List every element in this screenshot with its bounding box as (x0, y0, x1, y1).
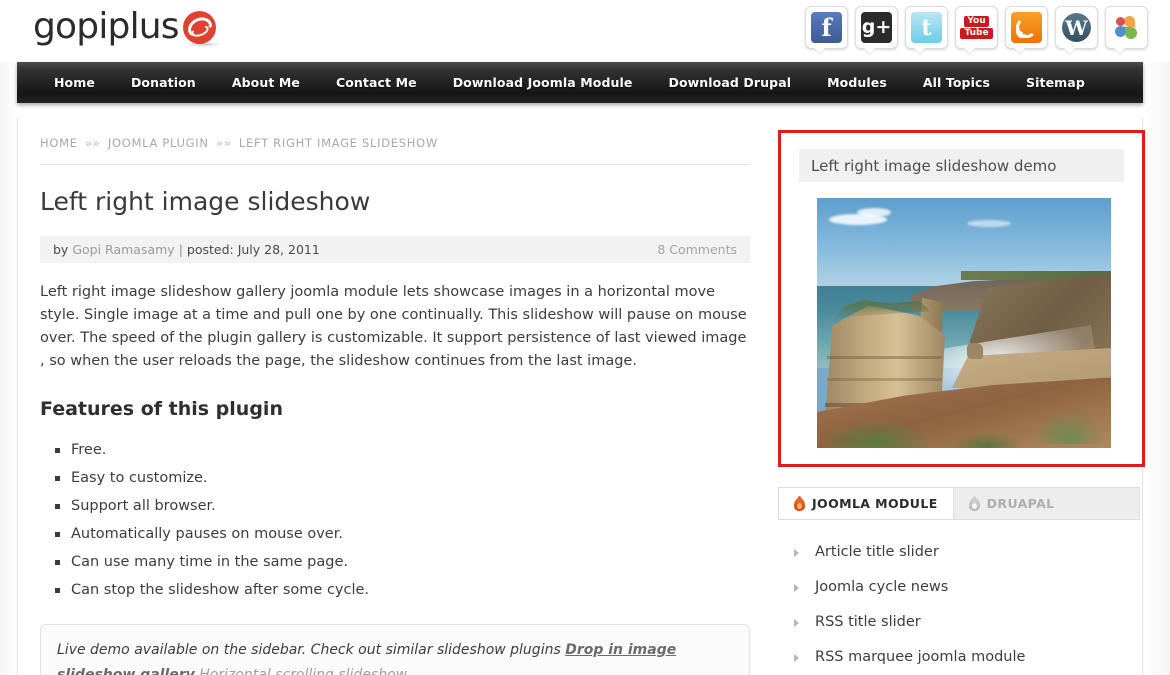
wordpress-icon-letter: W (1062, 13, 1091, 42)
article-posted-date: posted: July 28, 2011 (186, 242, 320, 257)
page-edge-right (1144, 0, 1170, 675)
social-google-plus-button[interactable]: g+ (855, 6, 898, 49)
nav-item-donation[interactable]: Donation (113, 75, 214, 90)
list-item: Easy to customize. (55, 464, 750, 492)
article-comment-count[interactable]: 8 Comments (657, 242, 737, 257)
swirl-icon (181, 10, 221, 47)
twitter-icon: t (911, 12, 942, 43)
byline-divider: | (178, 242, 183, 257)
list-item[interactable]: Joomla cycle news (792, 570, 1142, 605)
sidebar: Left right image slideshow demo (778, 130, 1145, 467)
site-logo-text: gopiplus (33, 6, 180, 47)
flame-icon (968, 496, 980, 511)
social-joomla-button[interactable] (1105, 6, 1148, 49)
list-item[interactable]: RSS title slider (792, 605, 1142, 640)
sidebar-module-list: Article title slider Joomla cycle news R… (792, 535, 1142, 675)
nav-item-download-joomla-module[interactable]: Download Joomla Module (435, 75, 651, 90)
social-youtube-button[interactable]: You Tube (955, 6, 998, 49)
breadcrumb-item-home[interactable]: HOME (40, 136, 78, 150)
note-text: Live demo available on the sidebar. Chec… (57, 641, 566, 658)
link-horizontal-scrolling-slideshow[interactable]: Horizontal scrolling slideshow (199, 667, 407, 675)
demo-note-box: Live demo available on the sidebar. Chec… (40, 623, 750, 675)
sidebar-link-article-title-slider[interactable]: Article title slider (815, 544, 939, 560)
list-item: Support all browser. (55, 492, 750, 520)
tab-joomla-module-label: JOOMLA MODULE (812, 496, 938, 511)
list-item: Free. (55, 436, 750, 464)
tab-joomla-module[interactable]: JOOMLA MODULE (779, 488, 954, 519)
nav-item-sitemap[interactable]: Sitemap (1008, 75, 1103, 90)
main-navigation: Home Donation About Me Contact Me Downlo… (17, 62, 1143, 103)
list-item[interactable]: RSS marquee joomla module (792, 640, 1142, 675)
page-root: gopiplus f g+ t You Tube W Home Donation… (0, 0, 1170, 675)
wordpress-icon: W (1061, 12, 1092, 43)
site-header: gopiplus f g+ t You Tube W (0, 0, 1170, 62)
breadcrumb-separator-icon: »» (85, 136, 101, 150)
article-meta-bar: by Gopi Ramasamy | posted: July 28, 2011… (40, 236, 750, 263)
tab-druapal[interactable]: DRUAPAL (954, 488, 1070, 519)
sidebar-link-rss-marquee-joomla-module[interactable]: RSS marquee joomla module (815, 649, 1025, 665)
social-twitter-button[interactable]: t (905, 6, 948, 49)
byline-prefix: by (53, 242, 69, 257)
youtube-icon: You Tube (960, 12, 993, 43)
nav-item-modules[interactable]: Modules (809, 75, 905, 90)
module-tabs: JOOMLA MODULE DRUAPAL (778, 487, 1140, 520)
sidebar-link-rss-title-slider[interactable]: RSS title slider (815, 614, 921, 630)
social-wordpress-button[interactable]: W (1055, 6, 1098, 49)
breadcrumb: HOME »» JOOMLA PLUGIN »» LEFT RIGHT IMAG… (40, 136, 750, 165)
breadcrumb-separator-icon: »» (216, 136, 232, 150)
slideshow-image[interactable] (817, 198, 1111, 448)
nav-item-about-me[interactable]: About Me (214, 75, 318, 90)
article-byline: by Gopi Ramasamy | posted: July 28, 2011 (53, 242, 320, 257)
flame-icon (794, 496, 805, 511)
demo-heading: Left right image slideshow demo (799, 149, 1124, 182)
list-item: Automatically pauses on mouse over. (55, 520, 750, 548)
youtube-icon-bottom: Tube (960, 28, 993, 39)
main-column: HOME »» JOOMLA PLUGIN »» LEFT RIGHT IMAG… (40, 136, 750, 675)
list-item: Can use many time in the same page. (55, 548, 750, 576)
tab-druapal-label: DRUAPAL (986, 496, 1055, 511)
page-edge-left (0, 0, 17, 675)
social-links: f g+ t You Tube W (805, 6, 1148, 49)
sidebar-link-joomla-cycle-news[interactable]: Joomla cycle news (815, 579, 948, 595)
demo-highlight-box: Left right image slideshow demo (778, 130, 1145, 467)
breadcrumb-item-joomla-plugin[interactable]: JOOMLA PLUGIN (108, 136, 209, 150)
google-plus-icon: g+ (861, 12, 892, 43)
article-author[interactable]: Gopi Ramasamy (72, 242, 174, 257)
youtube-icon-top: You (964, 16, 989, 27)
page-title: Left right image slideshow (40, 187, 371, 216)
social-facebook-button[interactable]: f (805, 6, 848, 49)
list-item: Can stop the slideshow after some cycle. (55, 576, 750, 604)
nav-item-download-drupal[interactable]: Download Drupal (650, 75, 809, 90)
site-logo[interactable]: gopiplus (33, 6, 221, 47)
nav-item-contact-me[interactable]: Contact Me (318, 75, 435, 90)
features-heading: Features of this plugin (40, 398, 283, 420)
breadcrumb-item-current: LEFT RIGHT IMAGE SLIDESHOW (238, 136, 438, 150)
joomla-icon (1111, 12, 1142, 43)
features-list: Free. Easy to customize. Support all bro… (40, 436, 750, 604)
demo-slideshow-stage[interactable] (799, 198, 1124, 448)
social-rss-button[interactable] (1005, 6, 1048, 49)
nav-item-home[interactable]: Home (36, 75, 113, 90)
list-item[interactable]: Article title slider (792, 535, 1142, 570)
facebook-icon: f (811, 12, 842, 43)
rss-icon (1011, 12, 1042, 43)
nav-item-all-topics[interactable]: All Topics (905, 75, 1008, 90)
article-intro-paragraph: Left right image slideshow gallery jooml… (40, 284, 747, 369)
